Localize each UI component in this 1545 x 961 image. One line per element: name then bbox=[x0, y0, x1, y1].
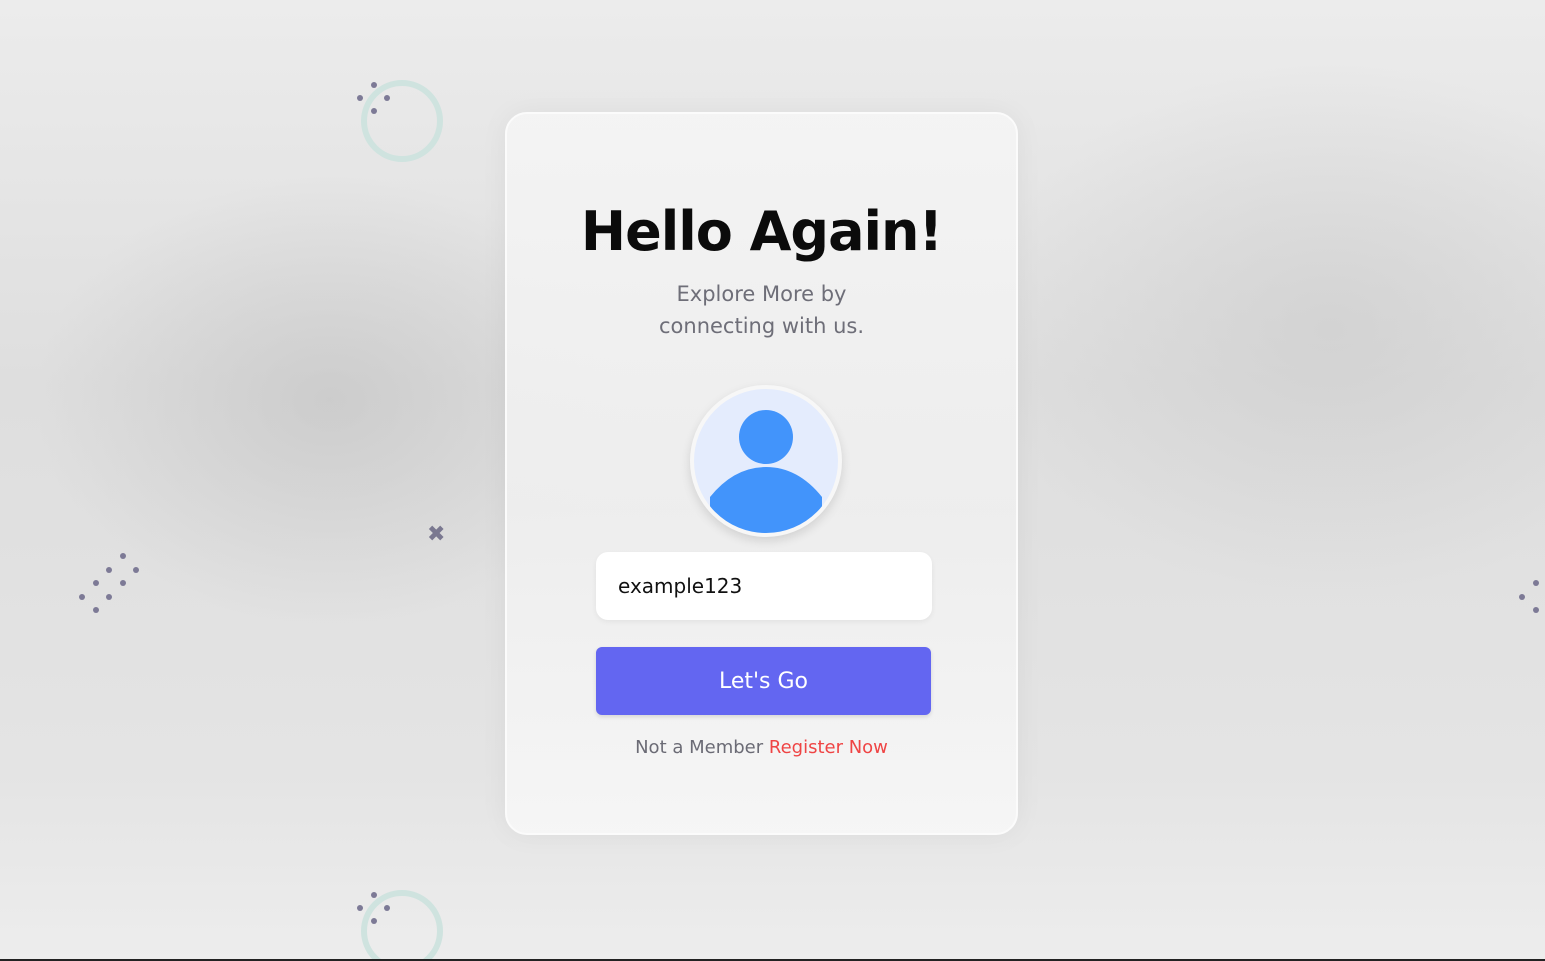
dot-decoration bbox=[79, 594, 85, 600]
dot-decoration bbox=[371, 82, 377, 88]
dot-decoration bbox=[1533, 580, 1539, 586]
card-subtitle: Explore More by connecting with us. bbox=[507, 278, 1016, 342]
register-prompt: Not a Member Register Now bbox=[507, 737, 1016, 758]
cross-decoration-icon: ✖ bbox=[427, 522, 446, 547]
dot-decoration bbox=[371, 918, 377, 924]
subtitle-line-2: connecting with us. bbox=[658, 314, 865, 338]
dot-decoration bbox=[371, 108, 377, 114]
login-page: ✖ Hello Again! Explore More by connectin… bbox=[0, 0, 1545, 961]
dot-decoration bbox=[133, 567, 139, 573]
dot-decoration bbox=[106, 594, 112, 600]
subtitle-line-1: Explore More by bbox=[676, 282, 847, 306]
not-member-text: Not a Member bbox=[635, 737, 769, 758]
dot-decoration bbox=[93, 607, 99, 613]
dot-decoration bbox=[93, 580, 99, 586]
dot-decoration bbox=[371, 892, 377, 898]
username-input[interactable] bbox=[596, 552, 932, 620]
dot-decoration bbox=[1519, 594, 1525, 600]
ring-decoration-bottom bbox=[361, 890, 443, 961]
register-now-link[interactable]: Register Now bbox=[769, 737, 888, 758]
dot-decoration bbox=[357, 905, 363, 911]
lets-go-button[interactable]: Let's Go bbox=[596, 647, 931, 715]
dot-decoration bbox=[1533, 607, 1539, 613]
dot-decoration bbox=[120, 553, 126, 559]
dot-decoration bbox=[106, 567, 112, 573]
card-title: Hello Again! bbox=[580, 200, 943, 263]
dot-decoration bbox=[357, 95, 363, 101]
dot-decoration bbox=[384, 905, 390, 911]
user-silhouette-icon bbox=[710, 410, 822, 533]
ring-decoration-top bbox=[361, 80, 443, 162]
dot-decoration bbox=[384, 95, 390, 101]
user-avatar-icon bbox=[690, 385, 842, 537]
login-card: Hello Again! Explore More by connecting … bbox=[505, 112, 1018, 835]
dot-decoration bbox=[120, 580, 126, 586]
